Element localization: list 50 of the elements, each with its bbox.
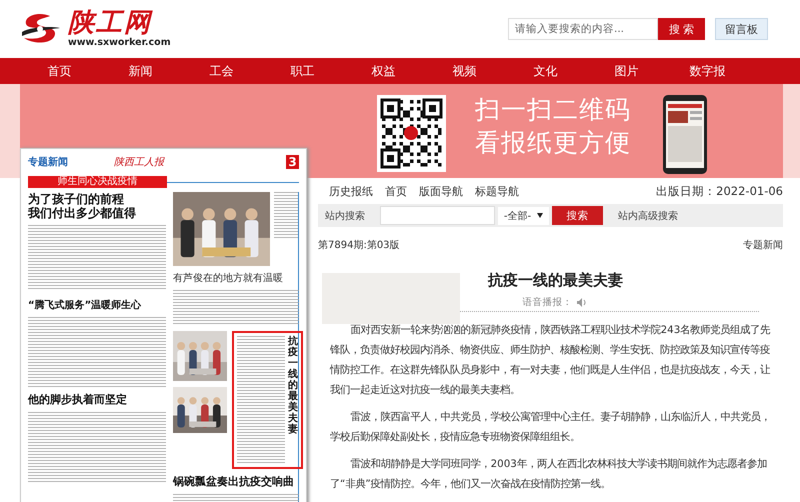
feature-label: 师生同心决战疫情	[28, 176, 167, 188]
logo-text: 陕工网	[68, 10, 153, 36]
headline: 为了孩子们的前程	[28, 192, 125, 206]
site-logo[interactable]: 陕工网 www.sxworker.com	[20, 10, 171, 48]
banner-text: 扫一扫二维码	[475, 94, 631, 126]
advanced-search-link[interactable]: 站内高级搜索	[618, 208, 678, 222]
scope-select[interactable]: -全部-	[498, 206, 549, 224]
page-number: 3	[286, 155, 299, 169]
section-label: 专题新闻	[743, 238, 783, 252]
headline: 锅碗瓢盆奏出抗疫交响曲	[173, 474, 295, 489]
article-title: 抗疫一线的最美夫妻	[488, 271, 623, 289]
toolbar-link[interactable]: 首页	[385, 184, 407, 198]
newspaper-page[interactable]: 专题新闻 陕西工人报 3 师生同心决战疫情 为了孩子们的前程 我们付出多少都值得 “腾飞式服务”温暖师生心 他的脚步执着而坚定 有芦俊在的地方就有温暖 抗疫一线的最美夫妻 锅碗瓢盆奏出抗疫交响曲	[20, 148, 307, 502]
masthead: 陕西工人报	[114, 156, 164, 169]
nav-link[interactable]: 文化	[505, 58, 586, 84]
caret-icon	[537, 213, 544, 218]
article-paragraph: 雷波和胡静静是大学同班同学，2003年，两人在西北农林科技大学读书期间就作为志愿者参加了“非典”疫情防控。今年，他们又一次奋战在疫情防控第一线。	[330, 457, 768, 492]
headline: “腾飞式服务”温暖师生心	[28, 298, 142, 312]
nav-link[interactable]: 权益	[343, 58, 424, 84]
publish-date: 出版日期：2022-01-06	[656, 184, 783, 198]
nav-link[interactable]: 职工	[262, 58, 343, 84]
guestbook-button[interactable]: 留言板	[715, 18, 768, 40]
nav-link[interactable]: 数字报	[667, 58, 748, 84]
nav-link[interactable]: 图片	[586, 58, 667, 84]
nav-link[interactable]: 工会	[181, 58, 262, 84]
headline: 有芦俊在的地方就有温暖	[173, 272, 284, 285]
toolbar-link[interactable]: 标题导航	[475, 184, 519, 198]
vertical-headline: 抗疫一线的最美夫妻	[288, 336, 298, 437]
search-field[interactable]: 请输入要搜索的内容...	[508, 18, 658, 40]
section-label: 专题新闻	[28, 155, 68, 169]
search-label: 站内搜索	[325, 210, 365, 222]
article-paragraph: 面对西安新一轮来势汹汹的新冠肺炎疫情，陕西铁路工程职业技术学院243名教师党员组成了先锋队，负责做好校园内消杀、物资供应、师生防护、核酸检测、学生安抚、防控政策及知识宣传等疫情防控工作。在这群先锋队队员身影中，有一对夫妻，他们既是人生伴侣，也是抗疫战友，今天，让我们一起走近这对抗疫一线的最美夫妻档。	[330, 323, 772, 398]
search-button[interactable]: 搜索	[552, 206, 603, 225]
toolbar-link[interactable]: 版面导航	[419, 184, 463, 198]
nav-link[interactable]: 视频	[424, 58, 505, 84]
search-button[interactable]: 搜 索	[658, 18, 705, 40]
speaker-icon[interactable]	[576, 298, 586, 307]
issue-label: 第7894期:第03版	[318, 238, 400, 252]
audio-label: 语音播报：	[522, 296, 572, 309]
article-paragraph: 雷波，陕西富平人，中共党员，学校公寓管理中心主任。妻子胡静静，山东临沂人，中共党员，学校后勤保障处副处长，疫情应急专班物资保障组组长。	[330, 410, 772, 445]
text-column	[274, 192, 298, 238]
headline: 我们付出多少都值得	[28, 206, 137, 220]
toolbar-link[interactable]: 历史报纸	[329, 184, 373, 198]
nav-link[interactable]: 首页	[19, 58, 100, 84]
site-url: www.sxworker.com	[68, 38, 171, 48]
banner-text: 看报纸更方便	[475, 127, 631, 159]
site-search-field[interactable]	[380, 206, 495, 225]
headline: 他的脚步执着而坚定	[28, 392, 128, 407]
nav-link[interactable]: 新闻	[100, 58, 181, 84]
qr-code-icon	[377, 95, 446, 172]
